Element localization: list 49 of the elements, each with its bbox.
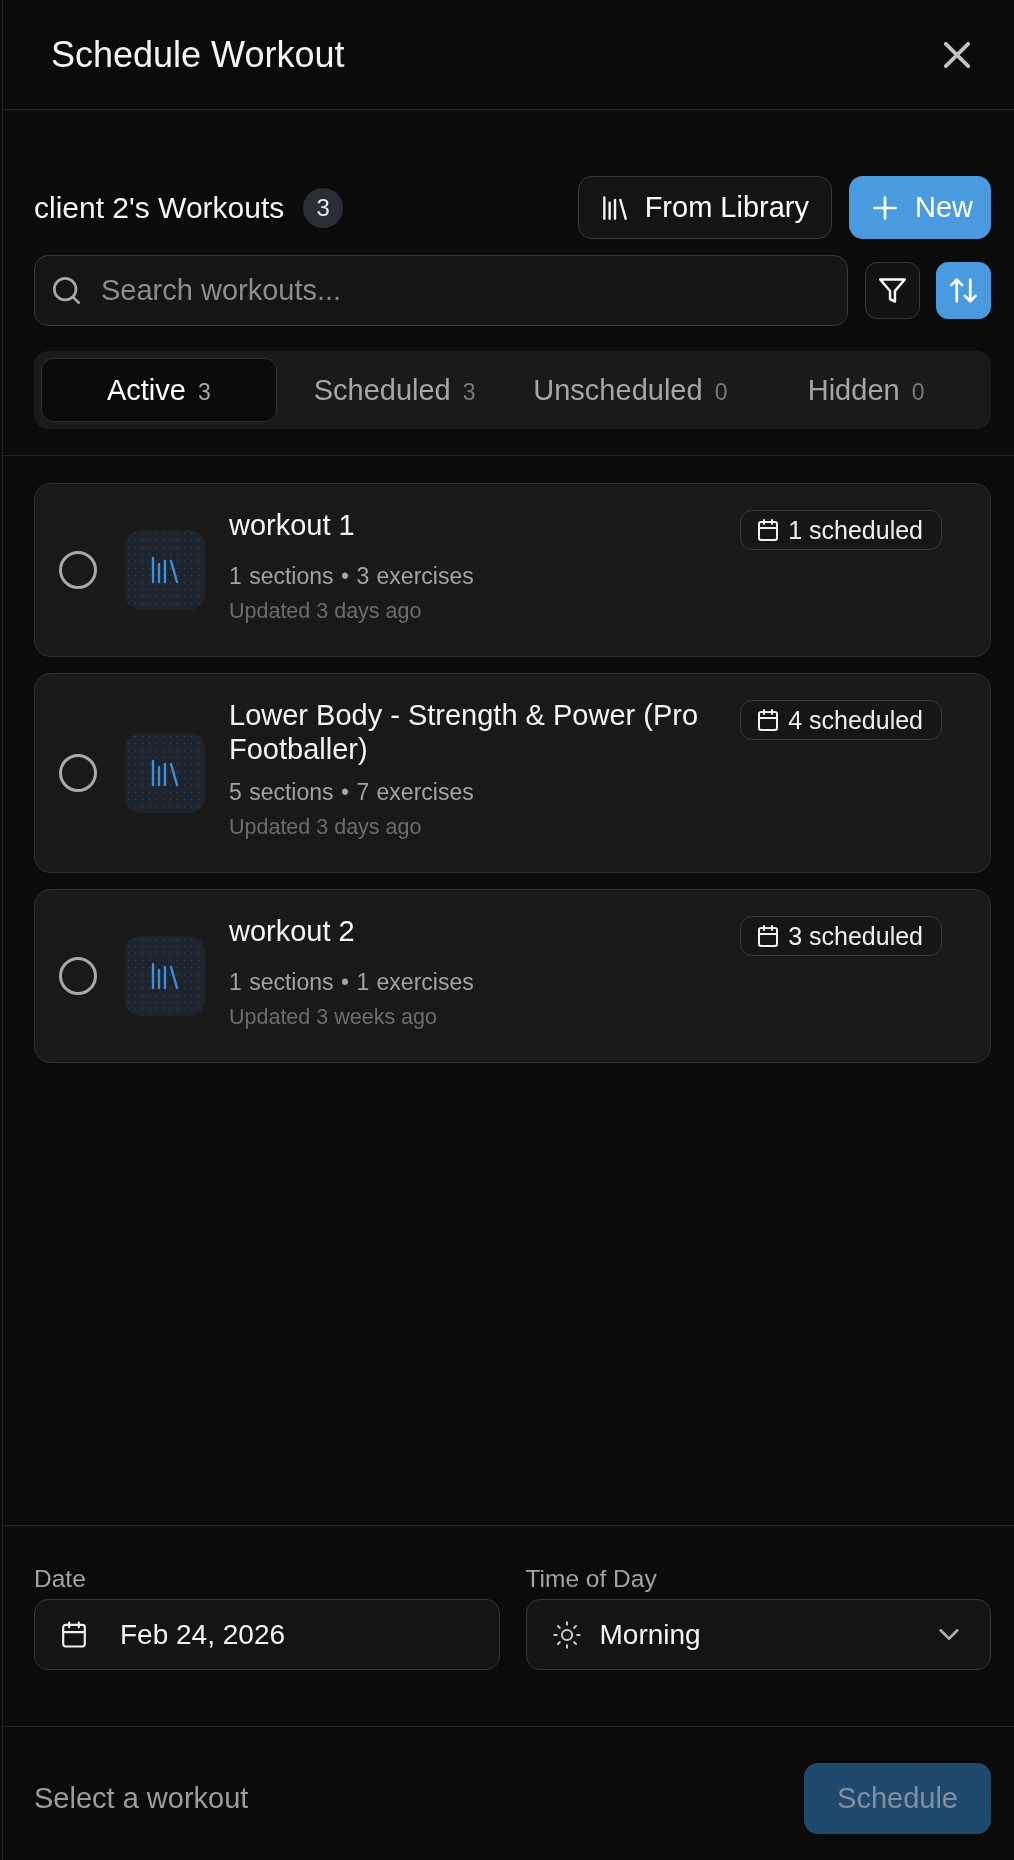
tab[interactable]: Hidden 0 <box>748 358 984 422</box>
scheduled-count: 1 scheduled <box>788 515 923 545</box>
library-icon <box>602 195 627 220</box>
search-icon <box>53 277 80 304</box>
scheduled-count: 3 scheduled <box>788 921 923 951</box>
filter-button[interactable] <box>865 262 920 319</box>
time-of-day-select[interactable]: Morning <box>525 1599 991 1670</box>
field-label: Date <box>34 1564 87 1594</box>
library-icon <box>125 733 205 813</box>
scheduled-count: 4 scheduled <box>788 705 923 735</box>
calendar-icon <box>62 1621 86 1648</box>
sort-icon <box>950 277 977 304</box>
workout-card[interactable]: workout 2 3 scheduled 1 sections • 1 exercises Updated 3 weeks ago <box>34 889 991 1063</box>
search-field[interactable]: Search workouts... <box>34 255 848 326</box>
field-label: Time of Day <box>525 1564 658 1594</box>
from-library-button[interactable]: From Library <box>577 176 832 239</box>
workout-meta: 1 sections • 3 exercises <box>229 562 475 590</box>
library-icon <box>125 530 205 610</box>
tab[interactable]: Unscheduled 0 <box>512 358 749 422</box>
filter-icon <box>879 277 906 304</box>
date-field[interactable]: Feb 24, 2026 <box>34 1599 500 1670</box>
calendar-icon <box>758 709 779 731</box>
status-text: Select a workout <box>34 1781 249 1815</box>
updated-time: Updated 3 days ago <box>229 814 423 840</box>
library-icon <box>125 936 205 1016</box>
sun-icon <box>552 1620 581 1649</box>
tab[interactable]: Active 3 <box>41 358 277 422</box>
workout-card[interactable]: workout 1 1 scheduled 1 sections • 3 exercises Updated 3 days ago <box>34 483 991 657</box>
workout-meta: 1 sections • 1 exercises <box>229 968 475 996</box>
updated-time: Updated 3 days ago <box>229 598 423 624</box>
count-badge: 3 <box>303 187 344 228</box>
workout-name: workout 2 <box>229 914 356 948</box>
radio-button[interactable] <box>59 957 97 995</box>
sort-button[interactable] <box>936 262 991 319</box>
workout-card[interactable]: Lower Body - Strength & Power (Pro Footballer) 4 scheduled 5 sections • 7 exercises Updated 3 days ago <box>34 673 991 873</box>
calendar-icon <box>758 925 779 947</box>
section-title: client 2's Workouts <box>34 190 285 225</box>
dialog-title: Schedule Workout <box>51 33 345 76</box>
calendar-icon <box>758 519 779 541</box>
updated-time: Updated 3 weeks ago <box>229 1004 438 1030</box>
close-icon <box>944 41 970 68</box>
workout-meta: 5 sections • 7 exercises <box>229 778 475 806</box>
radio-button[interactable] <box>59 551 97 589</box>
tab[interactable]: Scheduled 3 <box>276 358 513 422</box>
radio-button[interactable] <box>59 754 97 792</box>
chevron-down-icon <box>939 1629 959 1640</box>
workout-name: Lower Body - Strength & Power (Pro Footballer) <box>229 698 700 766</box>
plus-icon <box>873 195 897 220</box>
workout-name: workout 1 <box>229 508 356 542</box>
